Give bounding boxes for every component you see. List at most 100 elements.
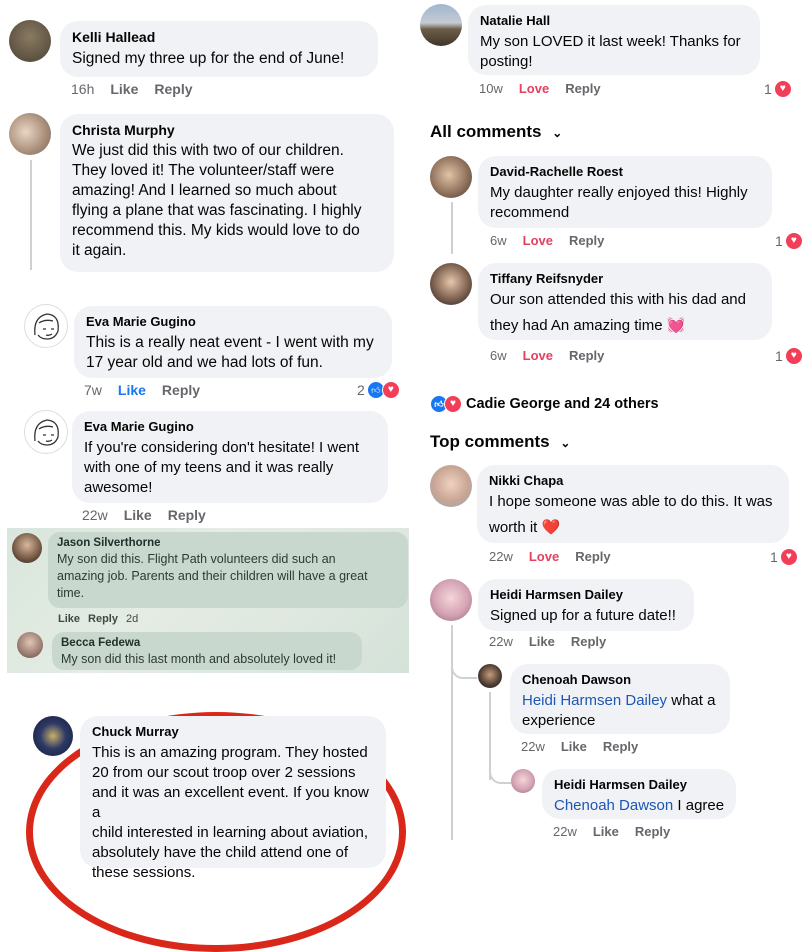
comment-time[interactable]: 22w (82, 507, 108, 523)
comment-time[interactable]: 6w (490, 348, 507, 363)
love-button[interactable]: Love (529, 549, 559, 564)
comment-actions: 16h Like Reply (71, 81, 209, 97)
reply-button[interactable]: Reply (88, 613, 118, 625)
all-comments-dropdown[interactable]: All comments ⌄ (430, 122, 562, 142)
like-button[interactable]: Like (593, 824, 619, 839)
comment-author[interactable]: David-Rachelle Roest (490, 163, 760, 181)
love-button[interactable]: Love (519, 81, 549, 96)
comment-line: My daughter really enjoyed this! Highly (490, 184, 748, 201)
comment-author[interactable]: Eva Marie Gugino (84, 418, 376, 436)
love-button[interactable]: Love (523, 348, 553, 363)
comment-author[interactable]: Heidi Harmsen Dailey (554, 776, 724, 794)
like-button[interactable]: Like (124, 507, 152, 523)
comment-bubble: Kelli Hallead Signed my three up for the… (60, 21, 378, 77)
comment-bubble: Heidi Harmsen Dailey Chenoah Dawson I ag… (542, 769, 736, 819)
comment-line: This is a really neat event - I went wit… (86, 334, 374, 351)
comment-actions: 22w Like Reply (553, 824, 686, 839)
comment-time[interactable]: 16h (71, 81, 94, 97)
comment-author[interactable]: Becca Fedewa (61, 636, 353, 651)
comment-line: flying a plane that was fascinating. I h… (72, 202, 362, 219)
reaction-count[interactable]: 1 ♥ (775, 347, 803, 365)
avatar[interactable] (33, 716, 73, 756)
comment-line: They loved it! The volunteer/staff were (72, 162, 335, 179)
comment-author[interactable]: Heidi Harmsen Dailey (490, 586, 682, 604)
mention-link[interactable]: Heidi Harmsen Dailey (522, 692, 667, 709)
comment-time[interactable]: 22w (521, 739, 545, 754)
reaction-count-number: 1 (775, 233, 783, 249)
comment-author[interactable]: Jason Silverthorne (57, 536, 399, 551)
reaction-count[interactable]: 1 ♥ (775, 232, 803, 250)
reply-button[interactable]: Reply (162, 382, 200, 398)
comment-time[interactable]: 7w (84, 382, 102, 398)
comment-time[interactable]: 10w (479, 81, 503, 96)
avatar[interactable] (9, 113, 51, 155)
comment-bubble: Natalie Hall My son LOVED it last week! … (468, 5, 760, 75)
comment-author[interactable]: Kelli Hallead (72, 28, 366, 46)
comment-actions: 22w Love Reply (489, 549, 627, 564)
like-button[interactable]: Like (118, 382, 146, 398)
like-button[interactable]: Like (561, 739, 587, 754)
reply-button[interactable]: Reply (168, 507, 206, 523)
comment-bubble: Heidi Harmsen Dailey Signed up for a fut… (478, 579, 694, 631)
avatar[interactable] (24, 410, 68, 454)
reply-button[interactable]: Reply (569, 348, 604, 363)
comment-time[interactable]: 22w (553, 824, 577, 839)
comment-text: Signed up for a future date!! (490, 607, 676, 624)
comment-line: If you're considering don't hesitate! I … (84, 439, 360, 456)
reply-button[interactable]: Reply (569, 233, 604, 248)
comment-author[interactable]: Chuck Murray (92, 723, 374, 741)
reaction-count-number: 1 (775, 348, 783, 364)
comment-actions: 6w Love Reply (490, 348, 620, 363)
comment-line: experience (522, 712, 596, 729)
comment-line: with one of my teens and it was really (84, 459, 334, 476)
comment-bubble: Jason Silverthorne My son did this. Flig… (48, 532, 408, 608)
comment-author[interactable]: Eva Marie Gugino (86, 313, 380, 331)
reply-button[interactable]: Reply (565, 81, 600, 96)
avatar[interactable] (511, 769, 535, 793)
comment-line: posting! (480, 53, 533, 70)
mention-link[interactable]: Chenoah Dawson (554, 797, 673, 814)
reply-button[interactable]: Reply (575, 549, 610, 564)
comment-author[interactable]: Nikki Chapa (489, 472, 777, 490)
comment-bubble: Christa Murphy We just did this with two… (60, 114, 394, 272)
avatar[interactable] (420, 4, 462, 46)
heart-reaction-icon: ♥ (779, 548, 798, 566)
avatar[interactable] (9, 20, 51, 62)
reply-button[interactable]: Reply (635, 824, 670, 839)
reply-button[interactable]: Reply (571, 634, 606, 649)
comment-line: recommend (490, 204, 570, 221)
reply-button[interactable]: Reply (603, 739, 638, 754)
reply-button[interactable]: Reply (154, 81, 192, 97)
reaction-count[interactable]: 2 👍︎ ♥ (357, 381, 400, 399)
avatar[interactable] (430, 579, 472, 621)
like-button[interactable]: Like (58, 613, 80, 625)
reaction-count[interactable]: 1 ♥ (770, 548, 798, 566)
comment-bubble: Tiffany Reifsnyder Our son attended this… (478, 263, 772, 340)
reactions-summary[interactable]: 👍︎ ♥ Cadie George and 24 others (430, 395, 659, 413)
reaction-count[interactable]: 1 ♥ (764, 80, 792, 98)
avatar[interactable] (17, 632, 43, 658)
avatar[interactable] (24, 304, 68, 348)
top-comments-dropdown[interactable]: Top comments ⌄ (430, 432, 570, 452)
comment-time[interactable]: 22w (489, 549, 513, 564)
comment-time[interactable]: 6w (490, 233, 507, 248)
reaction-count-number: 1 (770, 549, 778, 565)
comment-author[interactable]: Natalie Hall (480, 12, 748, 30)
avatar[interactable] (478, 664, 502, 688)
comment-author[interactable]: Tiffany Reifsnyder (490, 270, 760, 288)
comment-line: My son LOVED it last week! Thanks for (480, 33, 741, 50)
like-button[interactable]: Like (529, 634, 555, 649)
comment-author[interactable]: Chenoah Dawson (522, 671, 718, 689)
avatar[interactable] (430, 156, 472, 198)
like-button[interactable]: Like (110, 81, 138, 97)
avatar[interactable] (12, 533, 42, 563)
avatar[interactable] (430, 263, 472, 305)
comment-bubble: Chuck Murray This is an amazing program.… (80, 716, 386, 881)
comment-text: My son did this last month and absolutel… (61, 652, 337, 666)
comment-author[interactable]: Christa Murphy (72, 121, 382, 139)
avatar[interactable] (430, 465, 472, 507)
comment-bubble: David-Rachelle Roest My daughter really … (478, 156, 772, 228)
comment-time[interactable]: 22w (489, 634, 513, 649)
comment-time[interactable]: 2d (126, 613, 138, 625)
love-button[interactable]: Love (523, 233, 553, 248)
